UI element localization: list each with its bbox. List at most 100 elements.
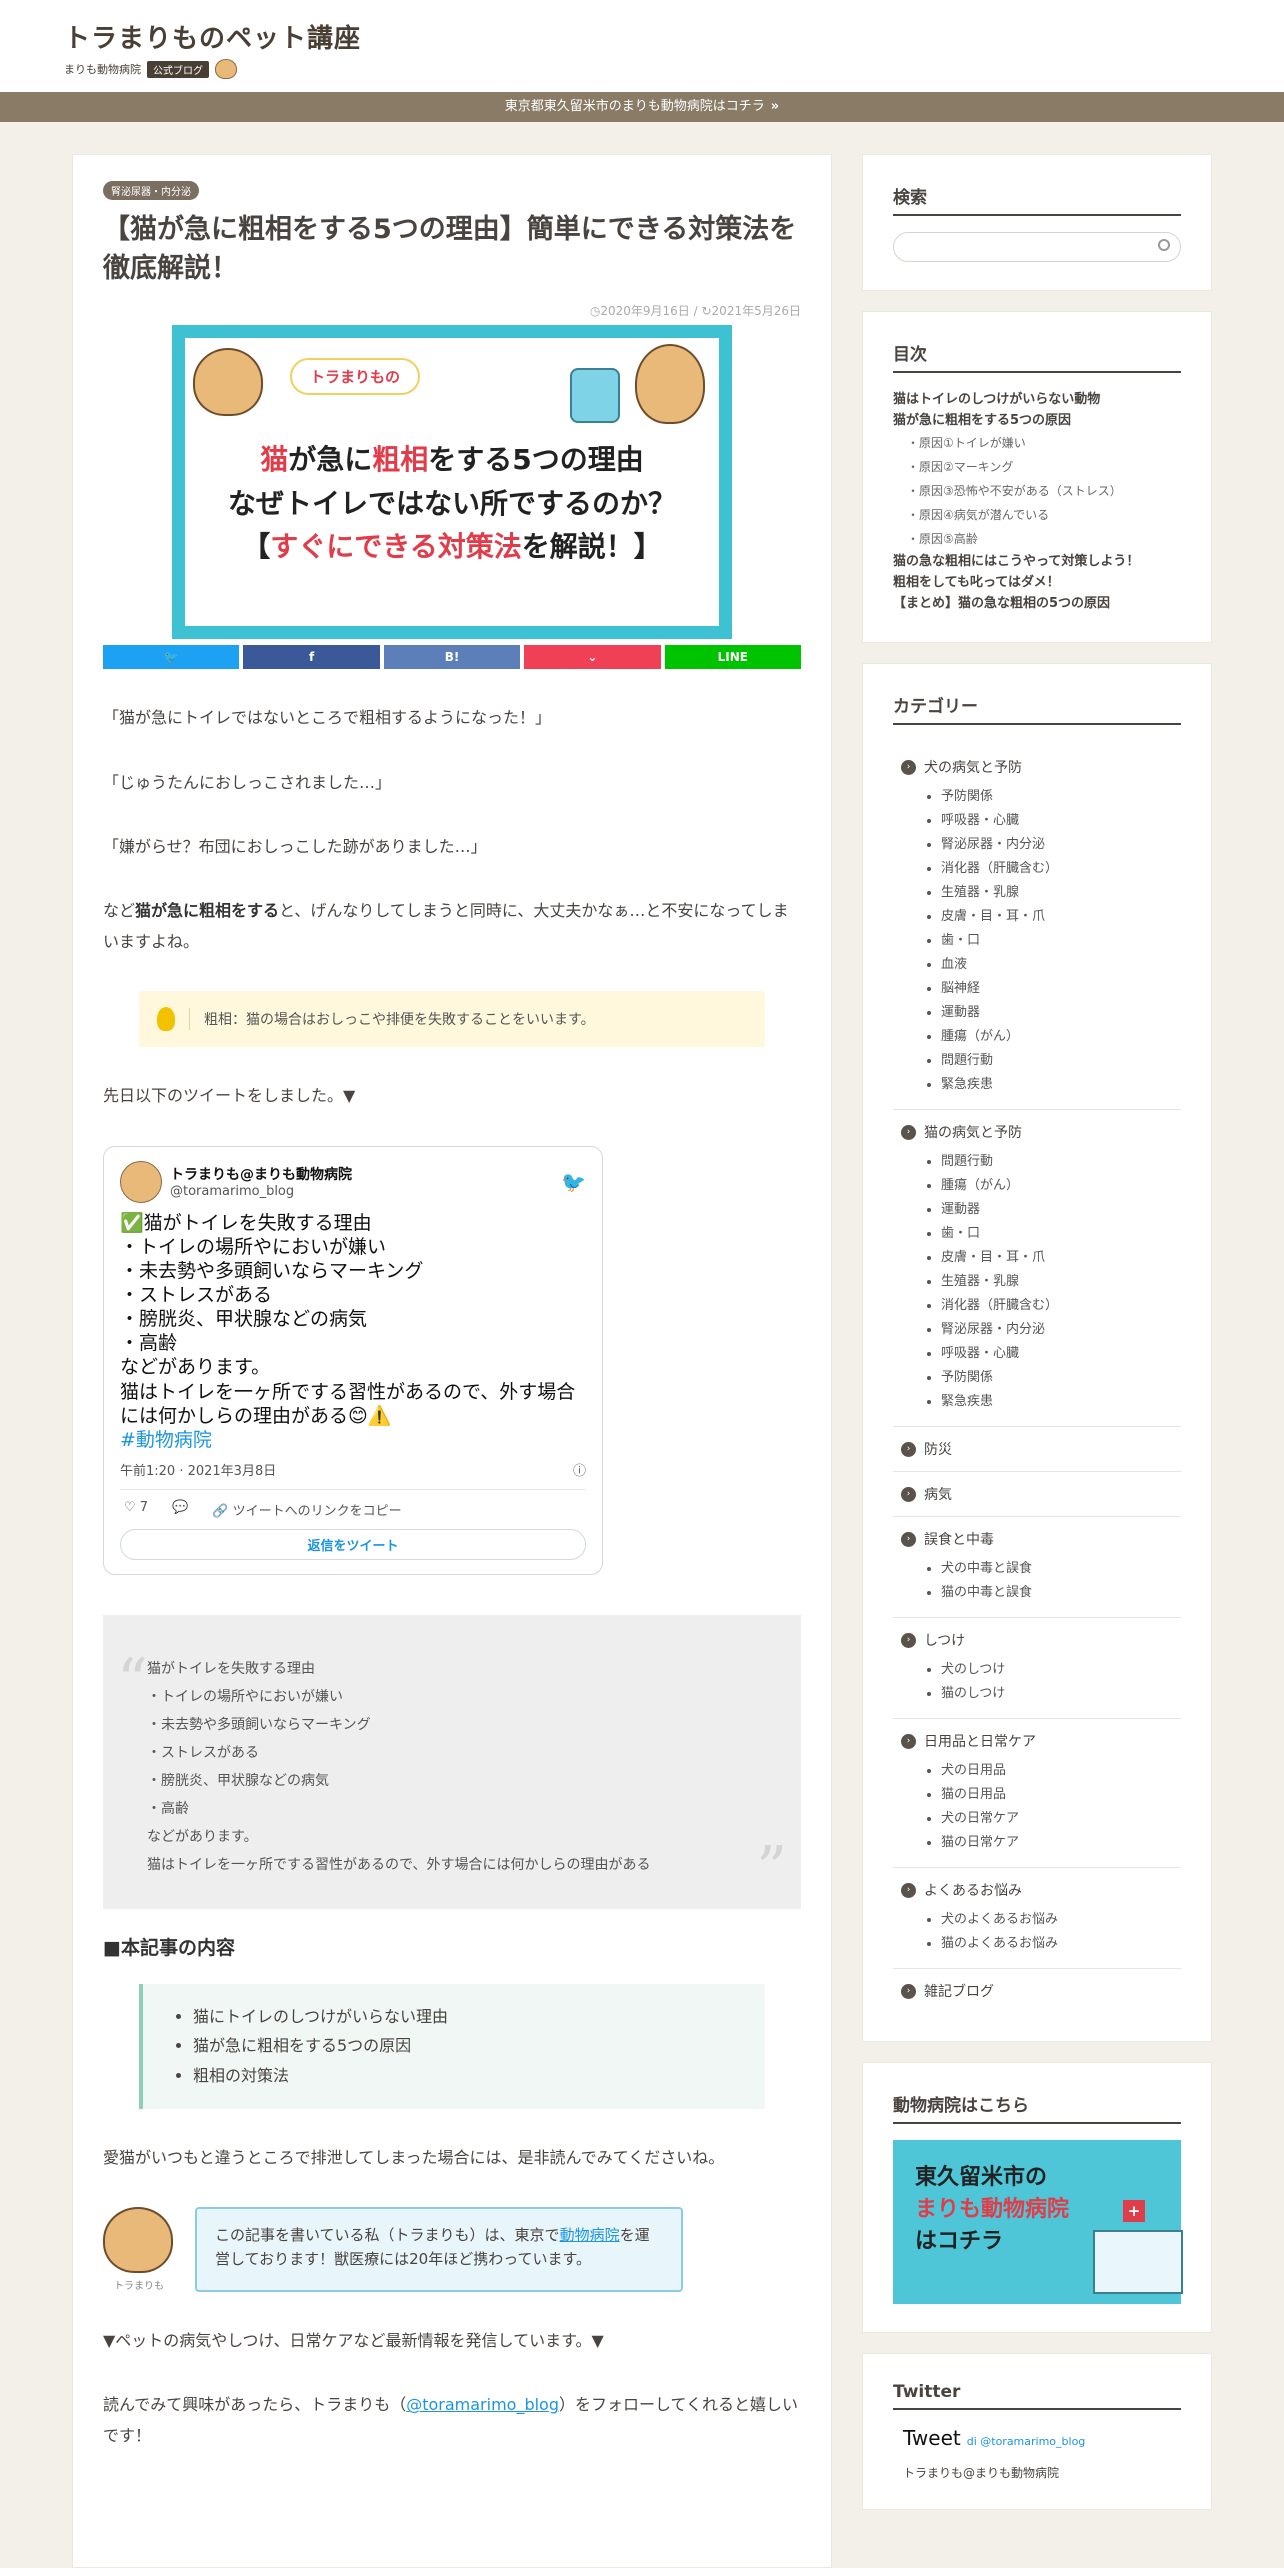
- clinic-notice-bar[interactable]: 東京都東久留米市のまりも動物病院はコチラ »: [0, 92, 1284, 122]
- tweet-author-name[interactable]: トラまりも@まりも動物病院: [170, 1164, 352, 1184]
- subcategory-item[interactable]: 犬のよくあるお悩み: [941, 1908, 1181, 1932]
- subcategory-item[interactable]: 犬のしつけ: [941, 1658, 1181, 1682]
- subcategory-item[interactable]: 歯・口: [941, 1222, 1181, 1246]
- subcategory-item[interactable]: 問題行動: [941, 1150, 1181, 1174]
- category-item[interactable]: › 犬の病気と予防: [893, 757, 1181, 777]
- category-label: 誤食と中毒: [924, 1532, 994, 1548]
- notice-text: 東京都東久留米市のまりも動物病院はコチラ: [504, 99, 765, 114]
- paragraph: ▼ペットの病気やしつけ、日常ケアなど最新情報を発信しています。▼: [103, 2331, 604, 2351]
- share-twitter-button[interactable]: 🐦: [103, 645, 240, 670]
- subcategory-item[interactable]: 呼吸器・心臓: [941, 1342, 1181, 1366]
- category-item[interactable]: › よくあるお悩み: [893, 1880, 1181, 1900]
- subcategory-item[interactable]: 脳神経: [941, 977, 1181, 1001]
- twitter-bird-icon[interactable]: 🐦: [561, 1170, 586, 1194]
- subcategory-item[interactable]: 呼吸器・心臓: [941, 809, 1181, 833]
- subcategory-item[interactable]: 犬の中毒と誤食: [941, 1557, 1181, 1581]
- subcategory-item[interactable]: 猫の中毒と誤食: [941, 1581, 1181, 1605]
- twitter-timeline-title[interactable]: Tweet: [903, 2426, 961, 2450]
- subcategory-item[interactable]: 歯・口: [941, 929, 1181, 953]
- embedded-tweet[interactable]: トラまりも@まりも動物病院 @toramarimo_blog 🐦 ✅猫がトイレを…: [103, 1145, 603, 1575]
- category-badge[interactable]: 腎泌尿器・内分泌: [103, 181, 199, 200]
- widget-title: カテゴリー: [893, 692, 1181, 725]
- subcategory-item[interactable]: 犬の日用品: [941, 1759, 1181, 1783]
- subcategory-item[interactable]: 生殖器・乳腺: [941, 1270, 1181, 1294]
- twitter-timeline-by[interactable]: di @toramarimo_blog: [967, 2435, 1086, 2448]
- category-group: › 犬の病気と予防予防関係呼吸器・心臓腎泌尿器・内分泌消化器（肝臓含む）生殖器・乳…: [893, 745, 1181, 1110]
- subcategory-item[interactable]: 消化器（肝臓含む）: [941, 1294, 1181, 1318]
- subcategory-item[interactable]: 腎泌尿器・内分泌: [941, 1318, 1181, 1342]
- subcategory-item[interactable]: 猫のよくあるお悩み: [941, 1932, 1181, 1956]
- share-hatena-button[interactable]: B!: [383, 645, 521, 670]
- cat-mascot-icon: [215, 59, 237, 79]
- category-item[interactable]: › 日用品と日常ケア: [893, 1731, 1181, 1751]
- subcategory-item[interactable]: 腎泌尿器・内分泌: [941, 833, 1181, 857]
- subcategory-item[interactable]: 犬の日常ケア: [941, 1807, 1181, 1831]
- category-item[interactable]: › 猫の病気と予防: [893, 1122, 1181, 1142]
- author-name: トラまりも: [114, 2281, 164, 2293]
- copy-link-button[interactable]: 🔗 ツイートへのリンクをコピー: [212, 1500, 401, 1519]
- twitter-profile-link[interactable]: @toramarimo_blog: [406, 2395, 559, 2414]
- subcategory-item[interactable]: 緊急疾患: [941, 1390, 1181, 1414]
- subcategory-list: 犬のよくあるお悩み猫のよくあるお悩み: [893, 1908, 1181, 1956]
- subcategory-item[interactable]: 血液: [941, 953, 1181, 977]
- subcategory-item[interactable]: 猫の日常ケア: [941, 1831, 1181, 1855]
- search-icon[interactable]: [1158, 239, 1170, 251]
- category-item[interactable]: › 防災: [893, 1439, 1181, 1459]
- subcategory-item[interactable]: 皮膚・目・耳・爪: [941, 1246, 1181, 1270]
- subcategory-item[interactable]: 予防関係: [941, 1366, 1181, 1390]
- subcategory-item[interactable]: 緊急疾患: [941, 1073, 1181, 1097]
- clinic-link[interactable]: 動物病院: [560, 2226, 620, 2244]
- quote-line-1: 「猫が急にトイレではないところで粗相するようになった！」: [103, 708, 552, 728]
- close-quote-icon: ”: [756, 1833, 787, 1904]
- toc-item[interactable]: 猫はトイレのしつけがいらない動物: [893, 389, 1181, 410]
- medical-cross-icon: +: [1123, 2200, 1145, 2222]
- article: 腎泌尿器・内分泌 【猫が急に粗相をする5つの理由】簡単にできる対策法を徹底解説！…: [73, 155, 831, 2477]
- subcategory-item[interactable]: 猫の日用品: [941, 1783, 1181, 1807]
- subcategory-item[interactable]: 猫のしつけ: [941, 1682, 1181, 1706]
- category-group: › 病気: [893, 1472, 1181, 1517]
- share-facebook-button[interactable]: f: [243, 645, 380, 670]
- subcategory-item[interactable]: 問題行動: [941, 1049, 1181, 1073]
- category-item[interactable]: › 誤食と中毒: [893, 1529, 1181, 1549]
- toc-item[interactable]: 粗相をしても叱ってはダメ！: [893, 572, 1181, 593]
- hashtag-link[interactable]: #動物病院: [120, 1429, 212, 1451]
- reply-tweet-button[interactable]: 返信をツイート: [120, 1528, 586, 1560]
- toc-item[interactable]: 猫の急な粗相にはこうやって対策しよう！: [893, 551, 1181, 572]
- search-input[interactable]: [893, 232, 1181, 262]
- toc-item[interactable]: ・原因③恐怖や不安がある（ストレス）: [893, 479, 1181, 503]
- category-item[interactable]: › 雑記ブログ: [893, 1981, 1181, 2001]
- subcategory-item[interactable]: 消化器（肝臓含む）: [941, 857, 1181, 881]
- category-item[interactable]: › しつけ: [893, 1630, 1181, 1650]
- clinic-banner[interactable]: 東久留米市の まりも動物病院 はコチラ +: [893, 2140, 1183, 2304]
- share-line-button[interactable]: LINE: [664, 645, 802, 670]
- toc-list: 猫はトイレのしつけがいらない動物 猫が急に粗相をする5つの原因 ・原因①トイレが嫌い…: [893, 389, 1181, 614]
- site-logo[interactable]: トラまりものペット講座 まりも動物病院 公式ブログ: [64, 18, 361, 79]
- tweet-author-handle[interactable]: @toramarimo_blog: [170, 1184, 352, 1199]
- category-label: 雑記ブログ: [924, 1984, 994, 2000]
- twitter-timeline-name[interactable]: トラまりも@まりも動物病院: [893, 2464, 1181, 2481]
- reply-icon[interactable]: 💬: [172, 1500, 188, 1519]
- subcategory-item[interactable]: 皮膚・目・耳・爪: [941, 905, 1181, 929]
- subcategory-item[interactable]: 運動器: [941, 1198, 1181, 1222]
- chevron-right-icon: ›: [901, 1441, 916, 1457]
- like-button[interactable]: ♡ 7: [124, 1500, 148, 1519]
- share-pocket-button[interactable]: ⌄: [524, 645, 661, 670]
- toc-item[interactable]: 【まとめ】猫の急な粗相の5つの原因: [893, 593, 1181, 614]
- toc-item[interactable]: ・原因②マーキング: [893, 455, 1181, 479]
- logo-subtitle: まりも動物病院 公式ブログ: [64, 59, 361, 79]
- tweet-timestamp[interactable]: 午前1:20 · 2021年3月8日: [120, 1460, 276, 1479]
- toc-item[interactable]: ・原因④病気が潜んでいる: [893, 503, 1181, 527]
- subcategory-item[interactable]: 生殖器・乳腺: [941, 881, 1181, 905]
- chevron-right-icon: ›: [901, 1632, 916, 1648]
- subcategory-item[interactable]: 腫瘍（がん）: [941, 1025, 1181, 1049]
- chevron-right-icon: ›: [901, 1983, 916, 1999]
- info-icon[interactable]: ⓘ: [573, 1460, 586, 1479]
- subcategory-item[interactable]: 予防関係: [941, 785, 1181, 809]
- subcategory-item[interactable]: 腫瘍（がん）: [941, 1174, 1181, 1198]
- subcategory-item[interactable]: 運動器: [941, 1001, 1181, 1025]
- category-item[interactable]: › 病気: [893, 1484, 1181, 1504]
- toc-item[interactable]: ・原因①トイレが嫌い: [893, 431, 1181, 455]
- avatar[interactable]: [120, 1160, 162, 1203]
- toc-item[interactable]: ・原因⑤高齢: [893, 527, 1181, 551]
- toc-item[interactable]: 猫が急に粗相をする5つの原因: [893, 410, 1181, 431]
